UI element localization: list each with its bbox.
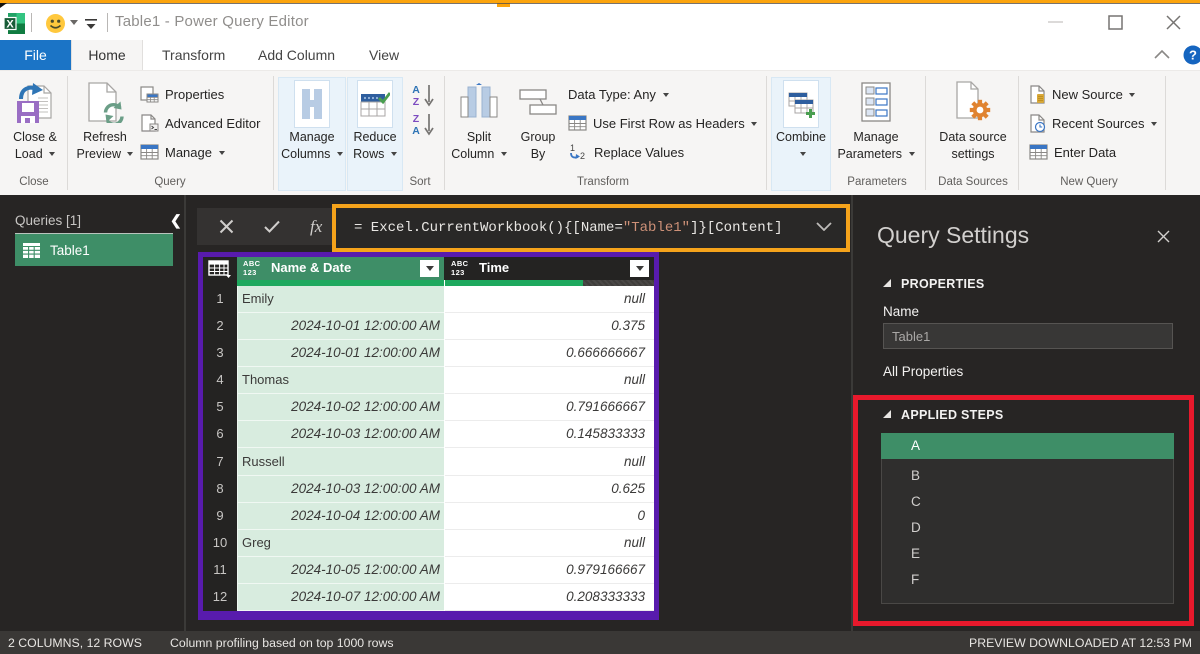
svg-text:A: A — [412, 84, 420, 96]
svg-text:?: ? — [1189, 48, 1197, 63]
svg-text:1: 1 — [570, 143, 575, 153]
svg-text:A: A — [412, 125, 420, 136]
svg-text:2: 2 — [580, 151, 585, 161]
svg-text:X: X — [6, 19, 14, 31]
svg-text:Z: Z — [413, 113, 420, 125]
svg-text:Z: Z — [413, 96, 420, 107]
